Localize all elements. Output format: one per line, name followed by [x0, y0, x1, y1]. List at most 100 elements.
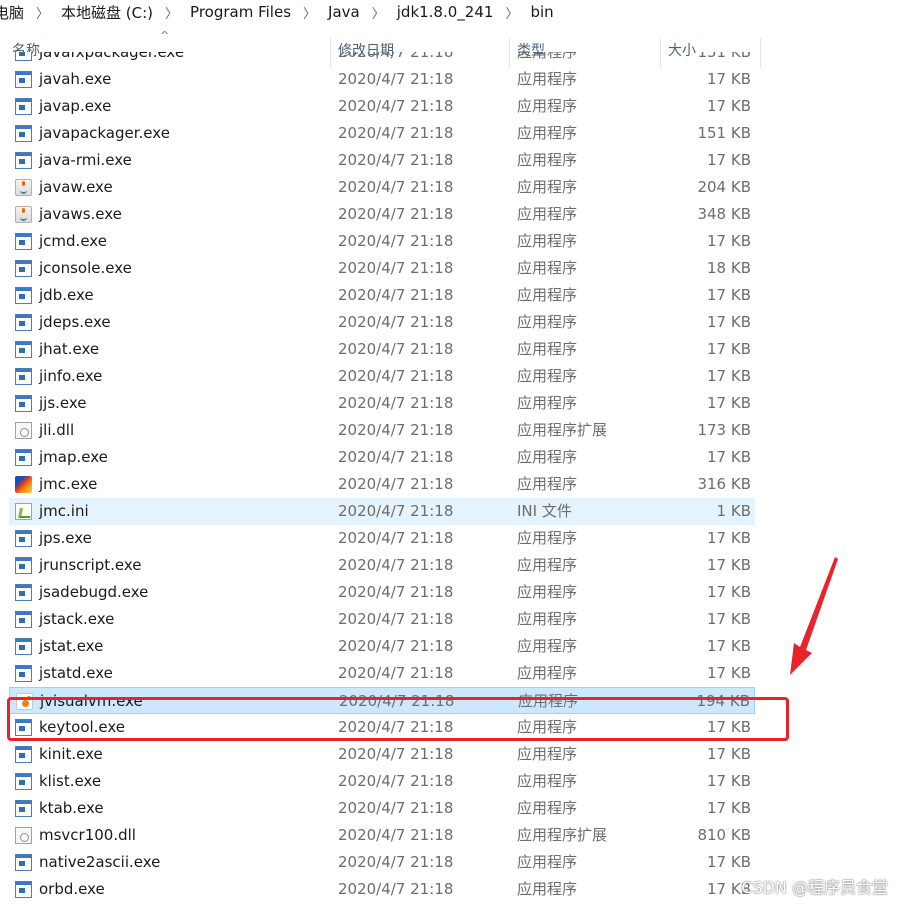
file-name: native2ascii.exe: [39, 853, 161, 871]
file-row[interactable]: jdb.exe 2020/4/7 21:18 应用程序 17 KB: [9, 282, 755, 309]
file-size: 17 KB: [707, 529, 751, 547]
chevron-right-icon[interactable]: 〉: [364, 3, 397, 22]
file-row[interactable]: jstat.exe 2020/4/7 21:18 应用程序 17 KB: [9, 633, 755, 660]
file-row[interactable]: jmc.exe 2020/4/7 21:18 应用程序 316 KB: [9, 471, 755, 498]
file-size: 17 KB: [707, 286, 751, 304]
file-size: 17 KB: [707, 853, 751, 871]
file-row[interactable]: jstack.exe 2020/4/7 21:18 应用程序 17 KB: [9, 606, 755, 633]
file-type: 应用程序: [517, 340, 578, 358]
file-name: jinfo.exe: [39, 367, 103, 385]
file-size: 204 KB: [697, 178, 751, 196]
chevron-right-icon[interactable]: 〉: [497, 3, 530, 22]
file-row[interactable]: javaw.exe 2020/4/7 21:18 应用程序 204 KB: [9, 174, 755, 201]
file-size: 1 KB: [716, 502, 751, 520]
file-row[interactable]: ktab.exe 2020/4/7 21:18 应用程序 17 KB: [9, 795, 755, 822]
file-row[interactable]: jhat.exe 2020/4/7 21:18 应用程序 17 KB: [9, 336, 755, 363]
file-type: 应用程序: [517, 475, 578, 493]
file-modified-date: 2020/4/7 21:18: [338, 52, 454, 61]
exe-icon: [15, 530, 32, 547]
file-modified-date: 2020/4/7 21:18: [338, 664, 454, 682]
file-modified-date: 2020/4/7 21:18: [338, 70, 454, 88]
file-row[interactable]: jcmd.exe 2020/4/7 21:18 应用程序 17 KB: [9, 228, 755, 255]
file-name: jdb.exe: [39, 286, 94, 304]
file-name: jcmd.exe: [39, 232, 107, 250]
file-type: 应用程序: [517, 232, 578, 250]
file-modified-date: 2020/4/7 21:18: [338, 475, 454, 493]
breadcrumb-item-pc[interactable]: 电脑: [0, 2, 28, 23]
breadcrumb-item-bin[interactable]: bin: [530, 3, 557, 21]
file-row[interactable]: jdeps.exe 2020/4/7 21:18 应用程序 17 KB: [9, 309, 755, 336]
file-row[interactable]: jrunscript.exe 2020/4/7 21:18 应用程序 17 KB: [9, 552, 755, 579]
file-modified-date: 2020/4/7 21:18: [338, 610, 454, 628]
breadcrumb-item-java[interactable]: Java: [328, 3, 364, 21]
file-name: javaw.exe: [39, 178, 113, 196]
file-type: 应用程序: [517, 259, 578, 277]
file-size: 17 KB: [707, 151, 751, 169]
file-modified-date: 2020/4/7 21:18: [338, 772, 454, 790]
file-name: jsadebugd.exe: [39, 583, 149, 601]
file-name: msvcr100.dll: [39, 826, 136, 844]
file-modified-date: 2020/4/7 21:18: [338, 880, 454, 898]
file-modified-date: 2020/4/7 21:18: [338, 394, 454, 412]
file-row[interactable]: javapackager.exe 2020/4/7 21:18 应用程序 151 KB: [9, 120, 755, 147]
file-row[interactable]: jjs.exe 2020/4/7 21:18 应用程序 17 KB: [9, 390, 755, 417]
breadcrumb-item-program-files[interactable]: Program Files: [190, 3, 295, 21]
file-row[interactable]: jli.dll 2020/4/7 21:18 应用程序扩展 173 KB: [9, 417, 755, 444]
exe-icon: [15, 233, 32, 250]
file-name: jhat.exe: [39, 340, 100, 358]
file-row[interactable]: native2ascii.exe 2020/4/7 21:18 应用程序 17 KB: [9, 849, 755, 876]
breadcrumb-item-drive[interactable]: 本地磁盘 (C:): [61, 2, 157, 23]
file-size: 173 KB: [697, 421, 751, 439]
file-row[interactable]: jmc.ini 2020/4/7 21:18 INI 文件 1 KB: [9, 498, 755, 525]
file-row[interactable]: javah.exe 2020/4/7 21:18 应用程序 17 KB: [9, 66, 755, 93]
chevron-right-icon[interactable]: 〉: [295, 3, 328, 22]
file-row[interactable]: orbd.exe 2020/4/7 21:18 应用程序 17 KB: [9, 876, 755, 903]
file-type: 应用程序: [517, 583, 578, 601]
file-size: 17 KB: [707, 583, 751, 601]
exe-icon: [15, 152, 32, 169]
file-size: 151 KB: [697, 124, 751, 142]
file-row[interactable]: javap.exe 2020/4/7 21:18 应用程序 17 KB: [9, 93, 755, 120]
chevron-right-icon[interactable]: 〉: [28, 3, 61, 22]
file-type: 应用程序: [517, 556, 578, 574]
file-size: 17 KB: [707, 313, 751, 331]
file-row[interactable]: jsadebugd.exe 2020/4/7 21:18 应用程序 17 KB: [9, 579, 755, 606]
file-row[interactable]: jinfo.exe 2020/4/7 21:18 应用程序 17 KB: [9, 363, 755, 390]
java-icon: [15, 206, 32, 223]
file-name: java-rmi.exe: [39, 151, 132, 169]
chevron-right-icon[interactable]: 〉: [157, 3, 190, 22]
file-row[interactable]: javaws.exe 2020/4/7 21:18 应用程序 348 KB: [9, 201, 755, 228]
file-name: jconsole.exe: [39, 259, 132, 277]
file-name: jrunscript.exe: [39, 556, 142, 574]
file-modified-date: 2020/4/7 21:18: [338, 313, 454, 331]
file-row[interactable]: javafxpackager.exe 2020/4/7 21:18 应用程序 151 …: [9, 52, 755, 66]
file-row[interactable]: jps.exe 2020/4/7 21:18 应用程序 17 KB: [9, 525, 755, 552]
file-modified-date: 2020/4/7 21:18: [338, 448, 454, 466]
file-row[interactable]: java-rmi.exe 2020/4/7 21:18 应用程序 17 KB: [9, 147, 755, 174]
file-row[interactable]: jmap.exe 2020/4/7 21:18 应用程序 17 KB: [9, 444, 755, 471]
file-row[interactable]: msvcr100.dll 2020/4/7 21:18 应用程序扩展 810 KB: [9, 822, 755, 849]
exe-icon: [15, 368, 32, 385]
file-row[interactable]: klist.exe 2020/4/7 21:18 应用程序 17 KB: [9, 768, 755, 795]
file-name: jmc.exe: [39, 475, 98, 493]
file-name: jstatd.exe: [39, 664, 113, 682]
file-row[interactable]: kinit.exe 2020/4/7 21:18 应用程序 17 KB: [9, 741, 755, 768]
file-size: 17 KB: [707, 394, 751, 412]
file-row[interactable]: jconsole.exe 2020/4/7 21:18 应用程序 18 KB: [9, 255, 755, 282]
exe-icon: [15, 854, 32, 871]
file-size: 17 KB: [707, 97, 751, 115]
file-modified-date: 2020/4/7 21:18: [338, 232, 454, 250]
exe-icon: [15, 125, 32, 142]
exe-icon: [15, 611, 32, 628]
exe-icon: [15, 260, 32, 277]
file-modified-date: 2020/4/7 21:18: [338, 556, 454, 574]
file-type: 应用程序: [517, 313, 578, 331]
file-type: 应用程序: [517, 448, 578, 466]
breadcrumb-item-jdk[interactable]: jdk1.8.0_241: [397, 3, 498, 21]
exe-icon: [15, 881, 32, 898]
file-name: javap.exe: [39, 97, 112, 115]
file-type: 应用程序: [517, 637, 578, 655]
file-name: javafxpackager.exe: [39, 52, 185, 61]
file-row[interactable]: jstatd.exe 2020/4/7 21:18 应用程序 17 KB: [9, 660, 755, 687]
file-name: jstack.exe: [39, 610, 115, 628]
